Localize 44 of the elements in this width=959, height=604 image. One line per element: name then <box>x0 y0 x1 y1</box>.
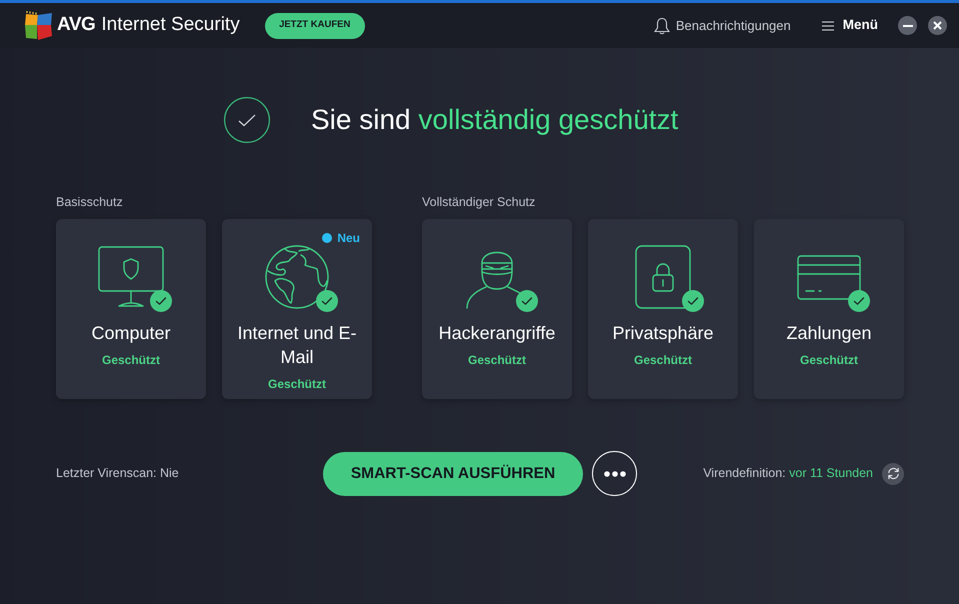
card-title: Zahlungen <box>785 322 873 345</box>
bell-icon <box>654 16 670 34</box>
notifications-button[interactable]: Benachrichtigungen <box>654 16 791 36</box>
minimize-icon <box>902 24 912 26</box>
status-label: Geschützt <box>468 352 526 368</box>
status-dot-icon <box>322 233 332 243</box>
status-label: Geschützt <box>634 352 692 368</box>
smart-scan-button[interactable]: SMART-SCAN AUSFÜHREN <box>323 452 583 496</box>
minimize-button[interactable] <box>898 16 917 35</box>
protection-card[interactable]: Hackerangriffe Geschützt <box>422 219 572 399</box>
protection-card[interactable]: Privatsphäre Geschützt <box>588 219 738 399</box>
menu-button[interactable]: Menü <box>822 15 878 36</box>
padlock-icon <box>635 245 691 309</box>
credit-card-icon <box>797 254 861 300</box>
last-scan-label: Letzter Virenscan: Nie <box>56 465 179 482</box>
status-label: Geschützt <box>800 352 858 368</box>
protection-card[interactable]: Zahlungen Geschützt <box>754 219 904 399</box>
buy-button[interactable]: JETZT KAUFEN <box>264 12 365 38</box>
card-title: Hackerangriffe <box>438 322 556 345</box>
check-circle-icon <box>224 97 270 143</box>
card-title: Computer <box>90 322 172 345</box>
more-button[interactable] <box>592 451 637 496</box>
protection-card[interactable]: Neu Internet und E-Mail Geschützt <box>222 219 372 399</box>
protection-card[interactable]: Computer Geschützt <box>56 219 206 399</box>
status-label: Geschützt <box>268 376 326 392</box>
monitor-shield-icon <box>98 246 164 308</box>
logo-icon <box>24 10 54 40</box>
close-button[interactable] <box>928 16 947 35</box>
refresh-button[interactable] <box>882 462 904 484</box>
card-title: Internet und E-Mail <box>236 322 358 369</box>
globe-icon <box>265 245 329 309</box>
definitions-status: Virendefinition: vor 11 Stunden <box>703 465 873 482</box>
card-title: Privatsphäre <box>611 322 715 345</box>
refresh-icon <box>886 467 900 480</box>
status-headline: Sie sind vollständig geschützt <box>311 103 678 137</box>
menu-icon <box>822 20 834 30</box>
close-icon <box>933 21 942 30</box>
section-label: Basisschutz <box>56 195 124 209</box>
more-icon <box>604 470 626 476</box>
brand-name: AVG <box>57 13 96 38</box>
product-name: Internet Security <box>101 13 240 38</box>
new-label: Neu <box>337 231 360 245</box>
status-label: Geschützt <box>102 352 160 368</box>
section-label: Vollständiger Schutz <box>422 195 536 209</box>
